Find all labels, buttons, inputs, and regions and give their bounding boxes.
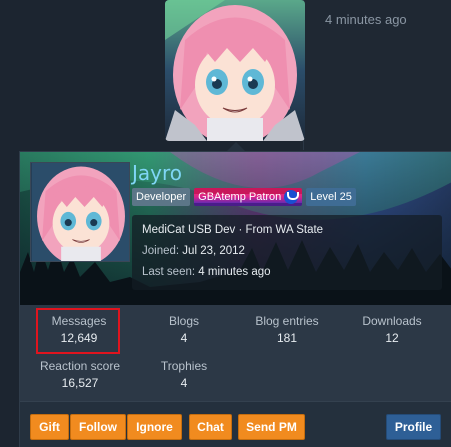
stat-value: 16,527 xyxy=(61,376,99,390)
ignore-button[interactable]: Ignore xyxy=(127,414,182,440)
stat-trophies[interactable]: Trophies 4 xyxy=(144,359,224,390)
stat-label: Messages xyxy=(51,314,107,328)
member-tooltip-card: Jayro Developer GBAtemp Patron Level 25 … xyxy=(19,151,451,447)
stat-value: 12,649 xyxy=(60,331,98,345)
member-username[interactable]: Jayro xyxy=(132,161,182,185)
patreon-icon xyxy=(284,190,300,204)
chat-button[interactable]: Chat xyxy=(189,414,232,440)
post-timestamp[interactable]: 4 minutes ago xyxy=(325,12,407,27)
stat-label: Downloads xyxy=(362,314,422,328)
member-title-line: MediCat USB Dev · From WA State xyxy=(142,224,324,236)
member-avatar[interactable] xyxy=(30,162,130,262)
stat-blogs[interactable]: Blogs 4 xyxy=(144,314,224,345)
last-seen-time: 4 minutes ago xyxy=(198,266,271,278)
patron-badge: GBAtemp Patron xyxy=(194,188,303,206)
level-badge: Level 25 xyxy=(306,188,356,206)
send-pm-button[interactable]: Send PM xyxy=(238,414,305,440)
stat-reaction-score[interactable]: Reaction score 16,527 xyxy=(30,359,130,390)
avatar-illustration xyxy=(31,163,129,261)
last-seen-label: Last seen: xyxy=(142,266,196,278)
avatar-illustration xyxy=(165,0,305,141)
member-stats: Messages 12,649 Blogs 4 Blog entries 181… xyxy=(20,305,451,401)
stat-blog-entries[interactable]: Blog entries 181 xyxy=(242,314,332,345)
profile-button[interactable]: Profile xyxy=(386,414,441,440)
developer-badge: Developer xyxy=(132,188,191,206)
stat-messages[interactable]: Messages 12,649 xyxy=(34,314,124,345)
stat-value: 12 xyxy=(385,331,399,345)
stat-label: Trophies xyxy=(160,359,208,373)
member-info-box: MediCat USB Dev · From WA State Joined: … xyxy=(132,215,442,290)
post-author-avatar[interactable] xyxy=(165,0,305,141)
follow-button[interactable]: Follow xyxy=(70,414,126,440)
gift-button[interactable]: Gift xyxy=(30,414,69,440)
stat-downloads[interactable]: Downloads 12 xyxy=(347,314,437,345)
last-seen-line: Last seen: 4 minutes ago xyxy=(142,265,432,286)
patron-badge-label: GBAtemp Patron xyxy=(198,191,282,203)
stat-value: 181 xyxy=(276,331,298,345)
joined-date: Jul 23, 2012 xyxy=(182,245,245,257)
tooltip-arrow xyxy=(227,142,245,151)
stat-value: 4 xyxy=(180,376,188,390)
joined-label: Joined: xyxy=(142,245,180,257)
stat-label: Reaction score xyxy=(39,359,121,373)
member-badges: Developer GBAtemp Patron Level 25 xyxy=(132,188,356,206)
joined-line: Joined: Jul 23, 2012 xyxy=(142,244,432,265)
stat-value: 4 xyxy=(180,331,188,345)
stat-label: Blog entries xyxy=(255,314,319,328)
stat-label: Blogs xyxy=(168,314,200,328)
member-actions: Gift Follow Ignore Chat Send PM Profile xyxy=(20,401,451,447)
